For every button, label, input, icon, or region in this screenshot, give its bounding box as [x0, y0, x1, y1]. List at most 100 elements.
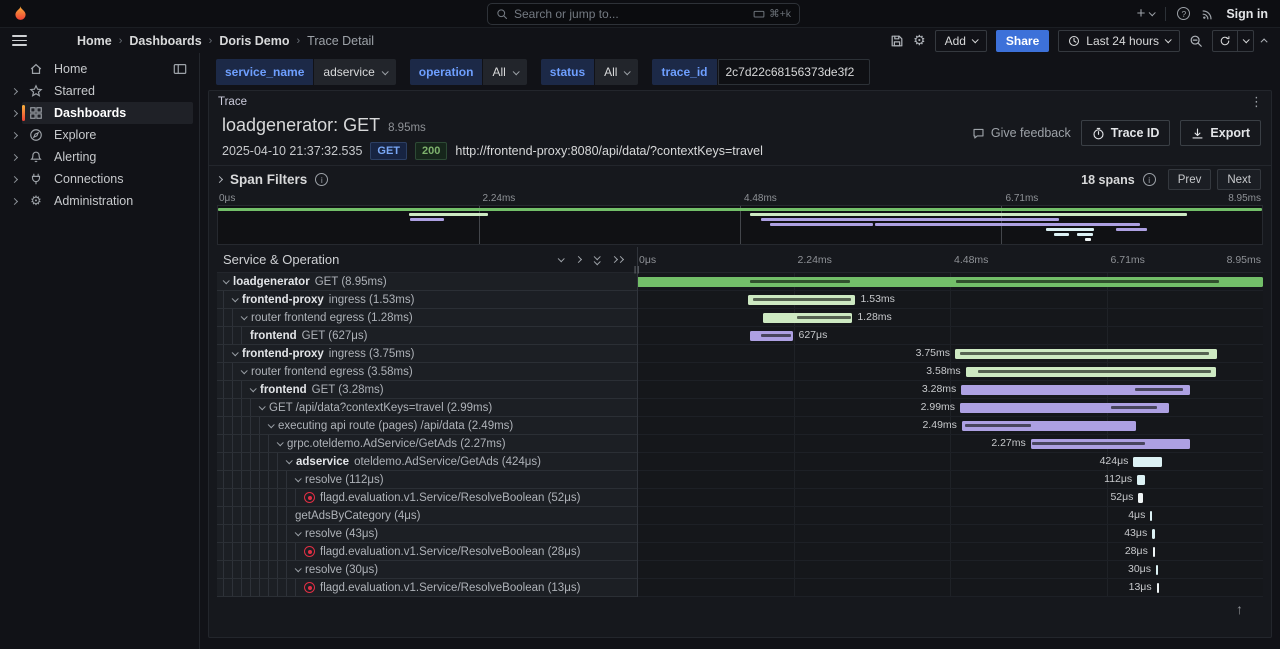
export-button[interactable]: Export: [1180, 120, 1261, 146]
span-name[interactable]: grpc.oteldemo.AdService/GetAds (2.27ms): [217, 435, 637, 453]
service-name-select[interactable]: adservice: [314, 59, 395, 85]
column-resize-divider[interactable]: ||: [637, 247, 638, 597]
sidebar-item-explore[interactable]: Explore: [0, 124, 199, 146]
scroll-to-top-icon[interactable]: ↑: [1236, 601, 1243, 617]
news-rss-icon[interactable]: [1201, 7, 1215, 21]
span-bar[interactable]: [1137, 475, 1145, 485]
help-icon[interactable]: ?: [1177, 7, 1190, 20]
span-name[interactable]: executing api route (pages) /api/data (2…: [217, 417, 637, 435]
sidebar-item-connections[interactable]: Connections: [0, 168, 199, 190]
minimap-graph[interactable]: [217, 205, 1263, 245]
span-bar[interactable]: [750, 331, 794, 341]
trace-id-input[interactable]: [718, 59, 870, 85]
refresh-interval-dropdown[interactable]: [1238, 30, 1254, 52]
expand-one-icon[interactable]: [575, 256, 582, 263]
span-name[interactable]: frontend-proxyingress (1.53ms): [217, 291, 637, 309]
span-bar[interactable]: [955, 349, 1217, 359]
expand-caret[interactable]: [232, 349, 239, 356]
expand-caret[interactable]: [241, 367, 248, 374]
child-marker: [797, 316, 852, 319]
collapse-toolbar-icon[interactable]: [1261, 38, 1268, 45]
span-bar[interactable]: [1157, 583, 1159, 593]
span-name[interactable]: router frontend egress (3.58ms): [217, 363, 637, 381]
trace-duration: 8.95ms: [388, 122, 426, 134]
panel-menu-icon[interactable]: ⋮: [1250, 94, 1263, 110]
sidebar-item-home[interactable]: Home: [0, 58, 199, 80]
span-name[interactable]: getAdsByCategory (4μs): [217, 507, 637, 525]
save-dashboard-icon[interactable]: [890, 34, 904, 48]
child-marker: [960, 352, 1209, 355]
expand-caret[interactable]: [268, 421, 275, 428]
span-bar[interactable]: [637, 277, 1263, 287]
span-bar[interactable]: [1153, 547, 1156, 557]
span-bar[interactable]: [763, 313, 853, 323]
expand-caret[interactable]: [250, 385, 257, 392]
dashboard-settings-icon[interactable]: ⚙: [913, 32, 926, 49]
explore-compass-icon: [28, 128, 44, 142]
zoom-out-icon[interactable]: [1189, 34, 1203, 48]
span-bar[interactable]: [961, 385, 1190, 395]
span-name[interactable]: frontendGET (3.28ms): [217, 381, 637, 399]
sign-in-button[interactable]: Sign in: [1226, 7, 1268, 21]
expand-caret[interactable]: [295, 475, 302, 482]
new-button[interactable]: +: [1137, 5, 1155, 22]
span-bar[interactable]: [748, 295, 855, 305]
sidebar-item-alerting[interactable]: Alerting: [0, 146, 199, 168]
expand-caret[interactable]: [223, 277, 230, 284]
span-bar[interactable]: [1031, 439, 1190, 449]
span-name[interactable]: frontendGET (627μs): [217, 327, 637, 345]
span-name[interactable]: flagd.evaluation.v1.Service/ResolveBoole…: [217, 543, 637, 561]
span-name[interactable]: router frontend egress (1.28ms): [217, 309, 637, 327]
breadcrumb-doris-demo[interactable]: Doris Demo: [219, 34, 289, 48]
breadcrumb-dashboards[interactable]: Dashboards: [129, 34, 201, 48]
span-bar[interactable]: [1152, 529, 1155, 539]
share-button[interactable]: Share: [996, 30, 1049, 52]
menu-toggle-icon[interactable]: [12, 35, 27, 46]
collapse-all-icon[interactable]: [594, 255, 599, 265]
span-name[interactable]: frontend-proxyingress (3.75ms): [217, 345, 637, 363]
expand-caret[interactable]: [286, 457, 293, 464]
span-bar[interactable]: [960, 403, 1169, 413]
sidebar-item-administration[interactable]: ⚙ Administration: [0, 190, 199, 212]
span-bar[interactable]: [1150, 511, 1152, 521]
dock-menu-icon[interactable]: [173, 62, 187, 76]
time-range-picker[interactable]: Last 24 hours: [1058, 30, 1180, 52]
grafana-logo-icon[interactable]: [12, 5, 29, 22]
span-name[interactable]: adserviceoteldemo.AdService/GetAds (424μ…: [217, 453, 637, 471]
refresh-button[interactable]: [1212, 30, 1238, 52]
span-name[interactable]: resolve (30μs): [217, 561, 637, 579]
sidebar-item-dashboards[interactable]: Dashboards: [0, 102, 199, 124]
span-row: frontendGET (3.28ms)3.28ms: [217, 381, 1263, 399]
span-bar[interactable]: [1156, 565, 1159, 575]
expand-caret[interactable]: [232, 295, 239, 302]
span-bar[interactable]: [1138, 493, 1142, 503]
span-name[interactable]: flagd.evaluation.v1.Service/ResolveBoole…: [217, 489, 637, 507]
trace-id-button[interactable]: Trace ID: [1081, 120, 1171, 146]
span-name[interactable]: loadgeneratorGET (8.95ms): [217, 273, 637, 291]
expand-caret[interactable]: [295, 565, 302, 572]
span-filters-toggle[interactable]: Span Filters i: [217, 172, 328, 187]
span-bar[interactable]: [962, 421, 1136, 431]
collapse-one-icon[interactable]: [558, 255, 565, 262]
drag-handle-icon: ||: [634, 265, 640, 274]
status-select[interactable]: All: [595, 59, 638, 85]
sidebar-item-starred[interactable]: Starred: [0, 80, 199, 102]
span-bar[interactable]: [1133, 457, 1162, 467]
expand-caret[interactable]: [241, 313, 248, 320]
expand-caret[interactable]: [277, 439, 284, 446]
expand-caret[interactable]: [295, 529, 302, 536]
expand-caret[interactable]: [259, 403, 266, 410]
span-name[interactable]: GET /api/data?contextKeys=travel (2.99ms…: [217, 399, 637, 417]
search-input[interactable]: Search or jump to... ⌘+k: [487, 3, 800, 25]
breadcrumb-home[interactable]: Home: [77, 34, 112, 48]
next-button[interactable]: Next: [1217, 169, 1261, 190]
prev-button[interactable]: Prev: [1168, 169, 1212, 190]
span-name[interactable]: resolve (112μs): [217, 471, 637, 489]
operation-select[interactable]: All: [483, 59, 526, 85]
give-feedback-link[interactable]: Give feedback: [972, 126, 1071, 140]
expand-all-icon[interactable]: [612, 257, 623, 262]
span-name[interactable]: flagd.evaluation.v1.Service/ResolveBoole…: [217, 579, 637, 597]
span-bar[interactable]: [966, 367, 1216, 377]
add-button[interactable]: Add: [935, 30, 987, 52]
span-name[interactable]: resolve (43μs): [217, 525, 637, 543]
